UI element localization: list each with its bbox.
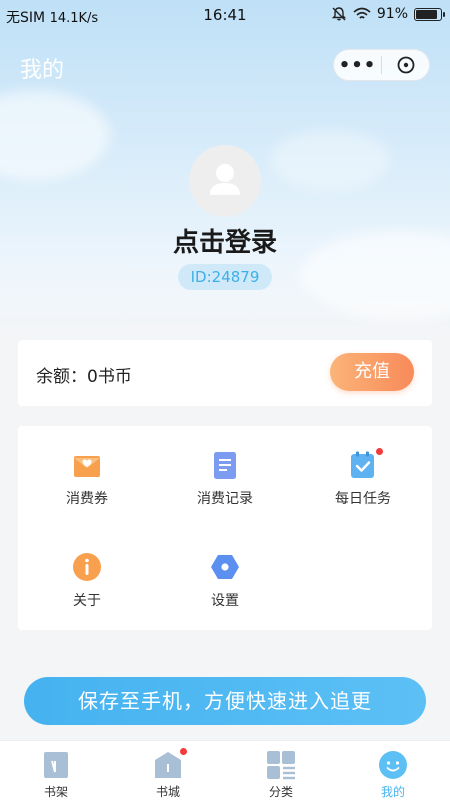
bookstore-icon xyxy=(155,752,181,778)
tab-bookshelf[interactable]: 书架 xyxy=(6,747,106,800)
close-button[interactable] xyxy=(382,55,429,75)
profile-face-icon xyxy=(379,751,407,779)
tab-category[interactable]: 分类 xyxy=(231,747,331,800)
battery-icon xyxy=(414,7,445,21)
grid-item-voucher[interactable]: 消费券 xyxy=(18,450,156,530)
grid-item-settings[interactable]: 设置 xyxy=(156,552,294,632)
tab-label: 书架 xyxy=(43,785,68,799)
grid-item-label: 关于 xyxy=(73,593,101,609)
recharge-button[interactable]: 充值 xyxy=(330,353,414,391)
grid-item-label: 每日任务 xyxy=(335,491,391,507)
close-circle-icon xyxy=(397,56,414,74)
grid-item-consumption-records[interactable]: 消费记录 xyxy=(156,450,294,530)
battery-percent: 91% xyxy=(376,6,408,22)
bell-muted-icon xyxy=(331,7,347,21)
grid-item-label: 消费记录 xyxy=(197,491,253,507)
clipboard-check-icon xyxy=(351,451,374,478)
document-icon xyxy=(214,452,236,479)
info-icon xyxy=(73,553,101,581)
tab-label: 我的 xyxy=(380,785,405,799)
wifi-icon xyxy=(353,7,371,19)
bookshelf-icon xyxy=(44,752,68,778)
mini-program-capsule: ••• xyxy=(333,49,430,81)
grid-item-about[interactable]: 关于 xyxy=(18,552,156,632)
grid-item-label: 设置 xyxy=(211,593,239,609)
category-icon xyxy=(267,751,295,780)
grid-item-daily-tasks[interactable]: 每日任务 xyxy=(294,448,432,530)
avatar[interactable] xyxy=(189,145,261,217)
grid-item-label: 消费券 xyxy=(66,491,108,507)
balance-text: 余额：0书币 xyxy=(36,367,132,387)
more-options-button[interactable]: ••• xyxy=(334,55,381,76)
status-bar: 无SIM 14.1K/s 16:41 91% xyxy=(0,0,450,32)
page-title: 我的 xyxy=(20,58,65,83)
notification-dot xyxy=(180,748,187,755)
tab-label: 书城 xyxy=(155,785,180,799)
user-silhouette-icon xyxy=(210,164,240,195)
tab-bookstore[interactable]: 书城 xyxy=(118,747,218,800)
cloud-decoration xyxy=(270,130,390,190)
notification-dot xyxy=(376,448,383,455)
save-to-phone-button[interactable]: 保存至手机，方便快速进入追更 xyxy=(24,677,426,725)
cloud-decoration xyxy=(0,90,110,180)
feature-grid: 消费券 消费记录 每日任务 关于 设置 xyxy=(18,426,432,630)
settings-icon xyxy=(211,555,239,579)
voucher-icon xyxy=(74,456,100,477)
tab-mine[interactable]: 我的 xyxy=(343,747,443,800)
status-right-icons: 91% xyxy=(331,6,445,22)
bottom-tab-bar: 书架 书城 分类 我的 xyxy=(0,740,450,800)
balance-card: 余额：0书币 充值 xyxy=(18,340,432,406)
user-id-badge: ID:24879 xyxy=(178,264,272,290)
login-prompt[interactable]: 点击登录 xyxy=(0,222,450,259)
tab-label: 分类 xyxy=(268,785,293,799)
